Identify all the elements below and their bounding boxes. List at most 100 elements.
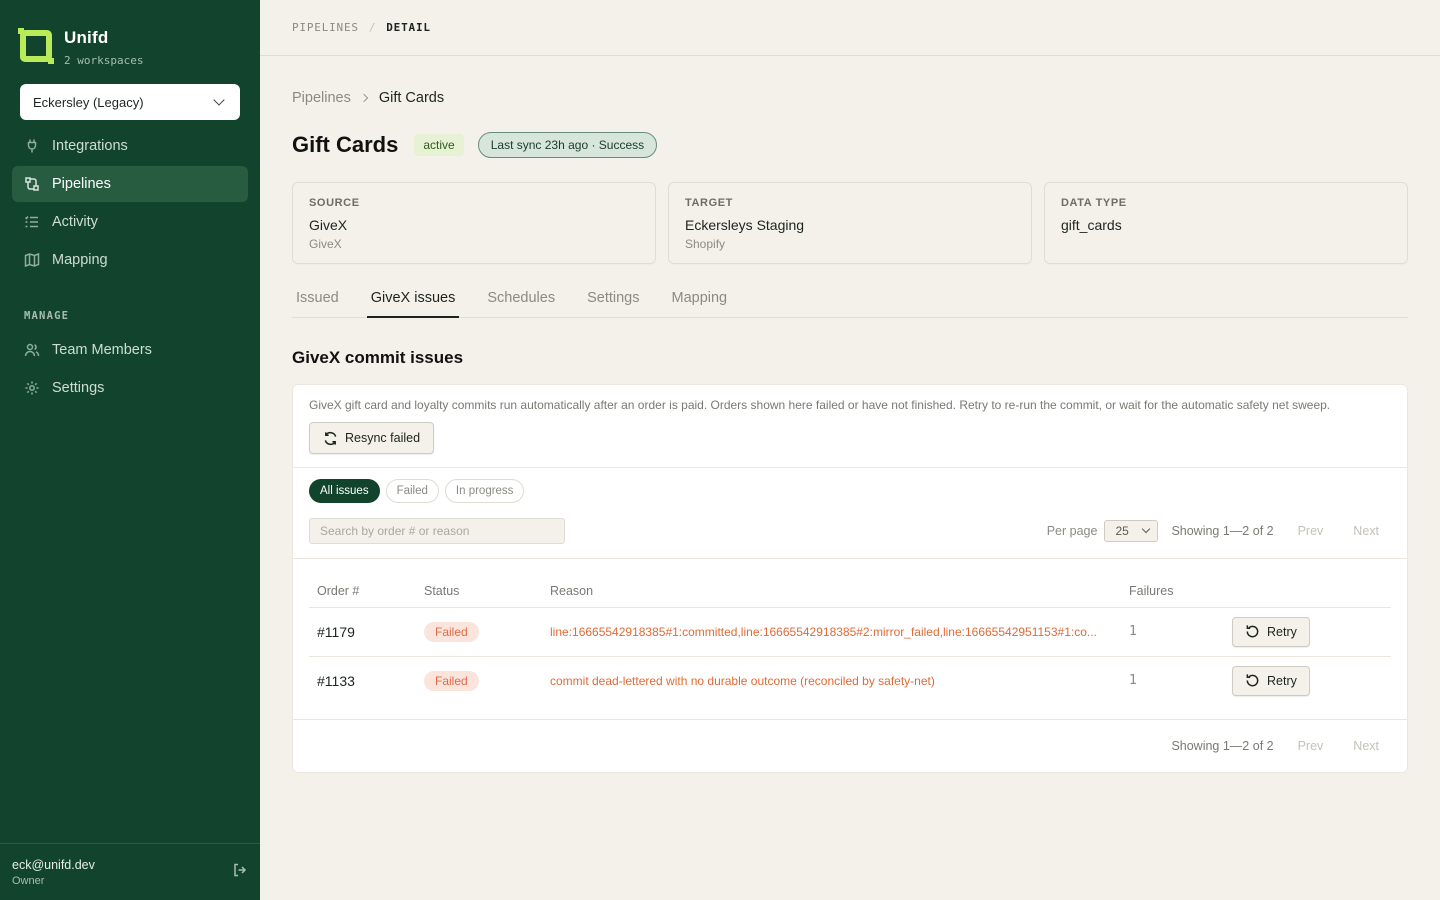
manage-heading: MANAGE [24, 310, 70, 322]
table-row: #1179 Failed line:16665542918385#1:commi… [309, 607, 1391, 657]
sidebar-item-settings[interactable]: Settings [12, 370, 248, 406]
workspace-select-value: Eckersley (Legacy) [33, 94, 144, 110]
sidebar-item-integrations[interactable]: Integrations [12, 128, 248, 164]
sidebar-item-mapping[interactable]: Mapping [12, 242, 248, 278]
per-page-value: 25 [1115, 524, 1129, 538]
breadcrumb-pipelines-link[interactable]: Pipelines [292, 90, 351, 106]
tab-mapping[interactable]: Mapping [667, 282, 731, 318]
prev-page-button[interactable]: Prev [1298, 739, 1324, 753]
table-toolbar: Per page 25 Showing 1—2 of 2 Prev Next [293, 503, 1407, 559]
status-badge: Failed [424, 670, 479, 691]
column-header-reason[interactable]: Reason [542, 575, 1121, 608]
failure-count: 1 [1121, 607, 1224, 657]
sidebar-item-label: Team Members [52, 342, 152, 358]
sidebar: Unifd 2 workspaces Eckersley (Legacy) In… [0, 0, 260, 900]
chevron-right-icon [359, 93, 369, 103]
retry-button[interactable]: Retry [1232, 616, 1310, 647]
brand: Unifd 2 workspaces [0, 0, 260, 84]
breadcrumb-current: Gift Cards [378, 90, 445, 106]
main-content: PIPELINES / DETAIL Pipelines Gift Cards … [260, 0, 1440, 900]
chevron-down-icon [213, 94, 225, 106]
tab-schedules[interactable]: Schedules [483, 282, 559, 318]
showing-count: Showing 1—2 of 2 [1171, 739, 1274, 753]
user-footer: eck@unifd.dev Owner [0, 843, 260, 900]
retry-label: Retry [1267, 624, 1297, 639]
failure-count: 1 [1129, 673, 1137, 689]
tab-settings[interactable]: Settings [583, 282, 643, 318]
next-page-button[interactable]: Next [1353, 524, 1379, 538]
section-title: GiveX commit issues [292, 348, 464, 367]
card-sub: Shopify [685, 237, 726, 251]
status-badge: Failed [424, 621, 479, 642]
sidebar-item-label: Mapping [52, 252, 108, 268]
sidebar-item-label: Integrations [52, 138, 128, 154]
table-row: #1133 Failed commit dead-lettered with n… [309, 656, 1391, 705]
retry-icon [1246, 674, 1259, 687]
top-crumb-separator: / [368, 21, 377, 34]
issues-panel: GiveX gift card and loyalty commits run … [292, 384, 1408, 773]
next-page-button[interactable]: Next [1353, 739, 1379, 753]
resync-failed-label: Resync failed [345, 431, 421, 445]
top-breadcrumb: PIPELINES / DETAIL [260, 0, 1440, 56]
workspace-select[interactable]: Eckersley (Legacy) [20, 84, 240, 120]
refresh-icon [324, 431, 337, 445]
resync-failed-button[interactable]: Resync failed [309, 422, 435, 454]
filter-in-progress[interactable]: In progress [444, 479, 525, 503]
logout-button[interactable] [232, 862, 248, 883]
top-crumb-detail: DETAIL [386, 21, 431, 34]
prev-page-button[interactable]: Prev [1298, 524, 1324, 538]
sidebar-item-pipelines[interactable]: Pipelines [12, 166, 248, 202]
top-crumb-pipelines[interactable]: PIPELINES [292, 21, 359, 34]
failure-reason: line:16665542918385#1:committed,line:166… [542, 607, 1121, 657]
search-input[interactable] [309, 518, 565, 544]
pipeline-info-cards: SOURCE GiveX GiveX TARGET Eckersleys Sta… [292, 182, 1408, 264]
pager-top: Per page 25 Showing 1—2 of 2 Prev Next [1047, 520, 1391, 542]
sidebar-nav: Integrations Pipelines Activity Mapping … [0, 128, 260, 406]
map-icon [24, 252, 40, 268]
issues-description: GiveX gift card and loyalty commits run … [309, 398, 1331, 412]
sidebar-item-label: Activity [52, 214, 98, 230]
sync-status-badge: Last sync 23h ago · Success [477, 132, 658, 158]
card-sub: GiveX [309, 237, 342, 251]
showing-count: Showing 1—2 of 2 [1171, 524, 1274, 538]
retry-button[interactable]: Retry [1232, 665, 1310, 696]
column-header-failures[interactable]: Failures [1121, 575, 1224, 608]
per-page-label: Per page [1046, 524, 1098, 538]
per-page-select[interactable]: 25 [1104, 520, 1159, 542]
card-value: Eckersleys Staging [685, 217, 805, 233]
status-badge: active [414, 134, 464, 156]
unifd-logo-icon [18, 28, 54, 64]
gear-icon [25, 381, 39, 395]
sidebar-item-label: Settings [52, 380, 105, 396]
sidebar-item-team-members[interactable]: Team Members [12, 332, 248, 368]
card-value: gift_cards [1061, 217, 1122, 233]
column-header-order[interactable]: Order # [309, 575, 416, 608]
target-card: TARGET Eckersleys Staging Shopify [668, 182, 1032, 264]
order-number[interactable]: #1133 [309, 656, 416, 705]
tab-givex-issues[interactable]: GiveX issues [366, 282, 460, 318]
app-name: Unifd [64, 28, 109, 47]
data-type-card: DATA TYPE gift_cards [1044, 182, 1408, 264]
column-header-status[interactable]: Status [416, 575, 542, 608]
retry-icon [1246, 625, 1259, 638]
user-email: eck@unifd.dev [12, 857, 95, 872]
tab-issued[interactable]: Issued [292, 282, 343, 318]
filter-failed[interactable]: Failed [385, 479, 439, 503]
card-label: DATA TYPE [1061, 197, 1127, 209]
pipeline-tabs: Issued GiveX issues Schedules Settings M… [292, 282, 1408, 318]
filter-all-issues[interactable]: All issues [309, 479, 380, 503]
retry-label: Retry [1267, 673, 1297, 688]
sidebar-item-label: Pipelines [52, 176, 111, 192]
card-value: GiveX [309, 217, 348, 233]
card-label: TARGET [685, 197, 734, 209]
pipeline-icon [25, 177, 39, 191]
failure-reason: commit dead-lettered with no durable out… [550, 673, 935, 688]
sidebar-item-activity[interactable]: Activity [12, 204, 248, 240]
order-number[interactable]: #1179 [309, 607, 416, 657]
pager-bottom: Showing 1—2 of 2 Prev Next [293, 720, 1407, 772]
user-role: Owner [12, 874, 45, 887]
list-check-icon [24, 216, 38, 228]
page-title: Gift Cards [292, 132, 399, 157]
issue-filters: All issues Failed In progress [293, 468, 1407, 503]
card-label: SOURCE [309, 197, 360, 209]
